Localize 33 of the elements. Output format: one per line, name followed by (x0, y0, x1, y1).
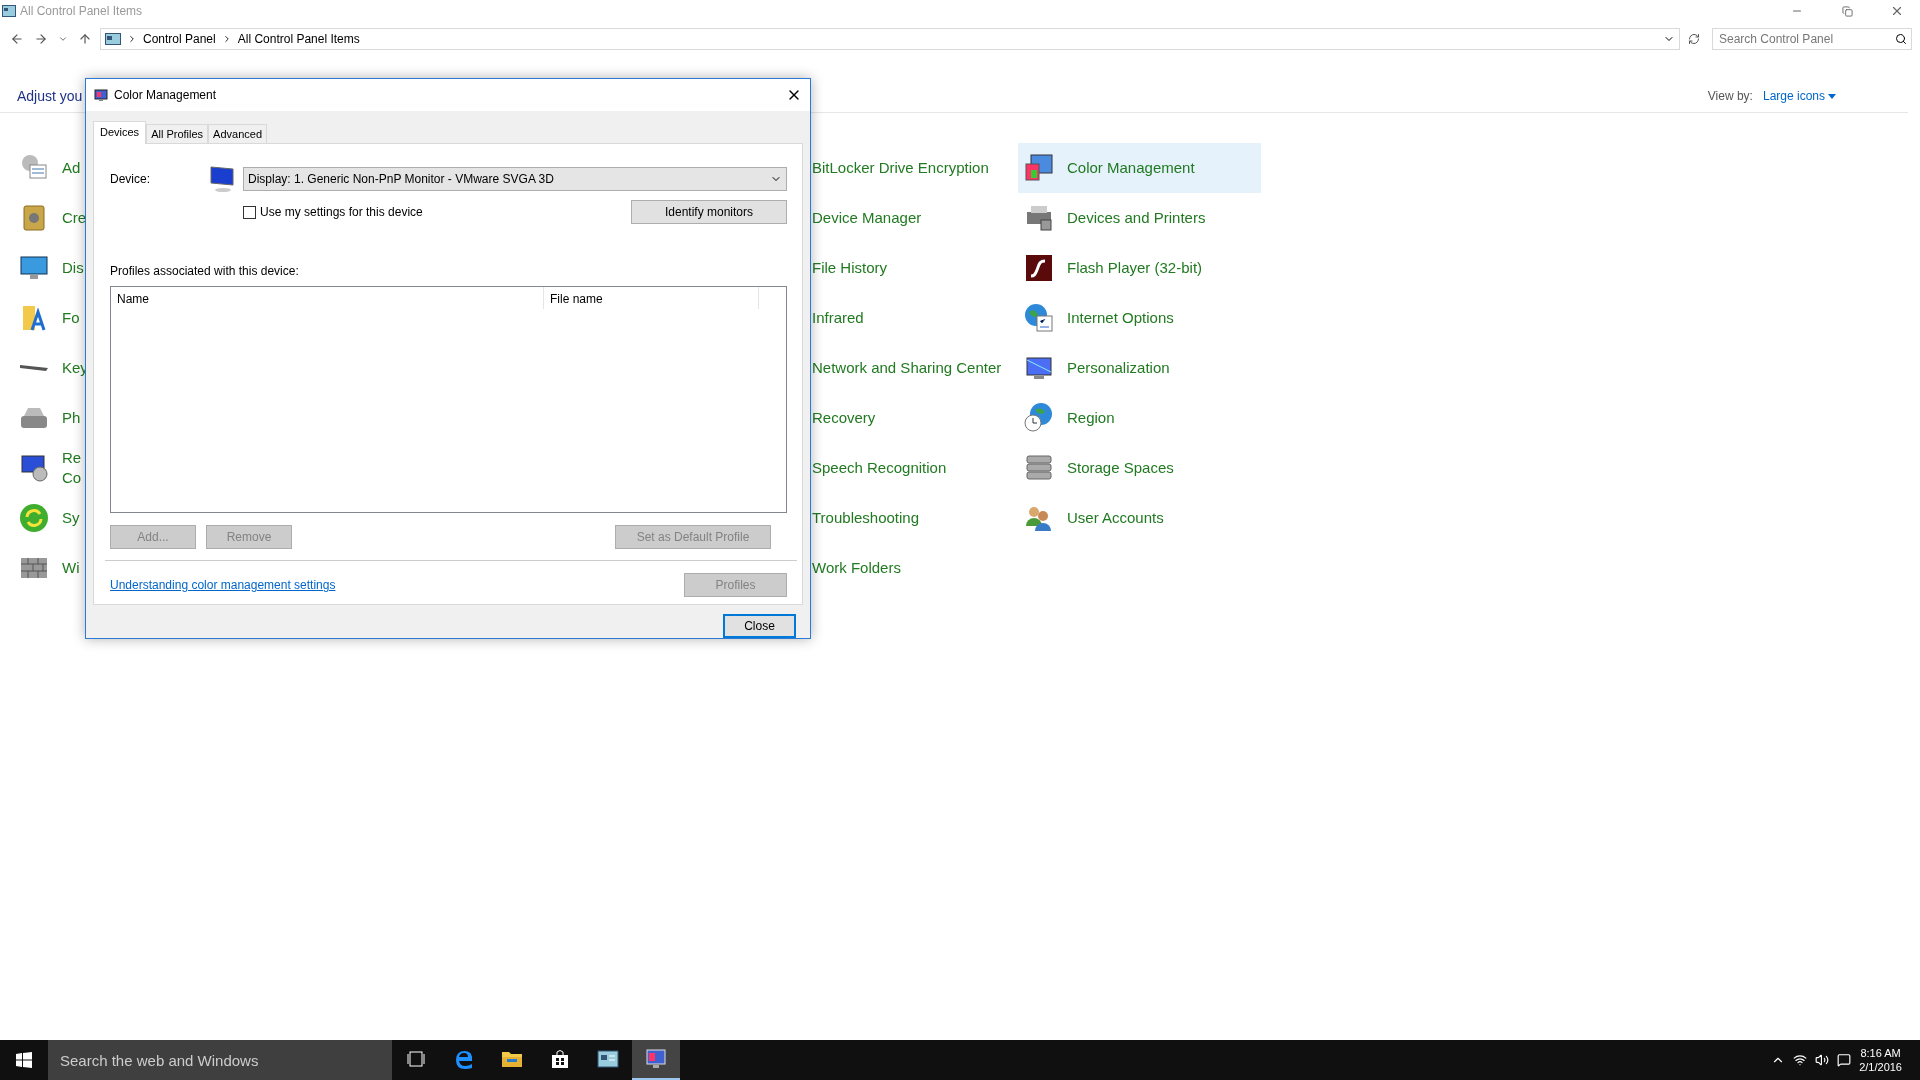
item-label: Dis (62, 258, 84, 278)
device-label: Device: (110, 172, 151, 186)
page-heading: Adjust you (17, 88, 83, 104)
item-label: Device Manager (812, 208, 922, 228)
clock-time: 8:16 AM (1860, 1046, 1901, 1060)
item-label: Wi (62, 558, 80, 578)
window-title: All Control Panel Items (20, 4, 144, 18)
item-label: Cre (62, 208, 87, 228)
item-label: Region (1067, 408, 1115, 428)
item-label: BitLocker Drive Encryption (812, 158, 989, 178)
item-label: Sy (62, 508, 80, 528)
item-label: Internet Options (1067, 308, 1174, 328)
item-label: Re Co (62, 448, 82, 488)
item-label: Ph (62, 408, 81, 428)
item-label: Infrared (812, 308, 864, 328)
item-label: Storage Spaces (1067, 458, 1174, 478)
item-label: Troubleshooting (812, 508, 919, 528)
item-label: User Accounts (1067, 508, 1164, 528)
item-label: Fo (62, 308, 80, 328)
item-label: Network and Sharing Center (812, 358, 1002, 378)
item-label: Work Folders (812, 558, 901, 578)
item-label: Color Management (1067, 158, 1195, 178)
item-label: Flash Player (32-bit) (1067, 258, 1203, 278)
item-label: Recovery (812, 408, 876, 428)
dialog-title: Color Management (114, 88, 218, 102)
view-by-label: View by: (1707, 89, 1753, 103)
clock-date: 2/1/2016 (1859, 1060, 1902, 1074)
item-label: Personalization (1067, 358, 1170, 378)
item-label: Ad (62, 158, 81, 178)
item-label: Devices and Printers (1067, 208, 1206, 228)
item-label: Speech Recognition (812, 458, 947, 478)
profiles-label: Profiles associated with this device: (110, 264, 300, 278)
item-label: File History (812, 258, 887, 278)
